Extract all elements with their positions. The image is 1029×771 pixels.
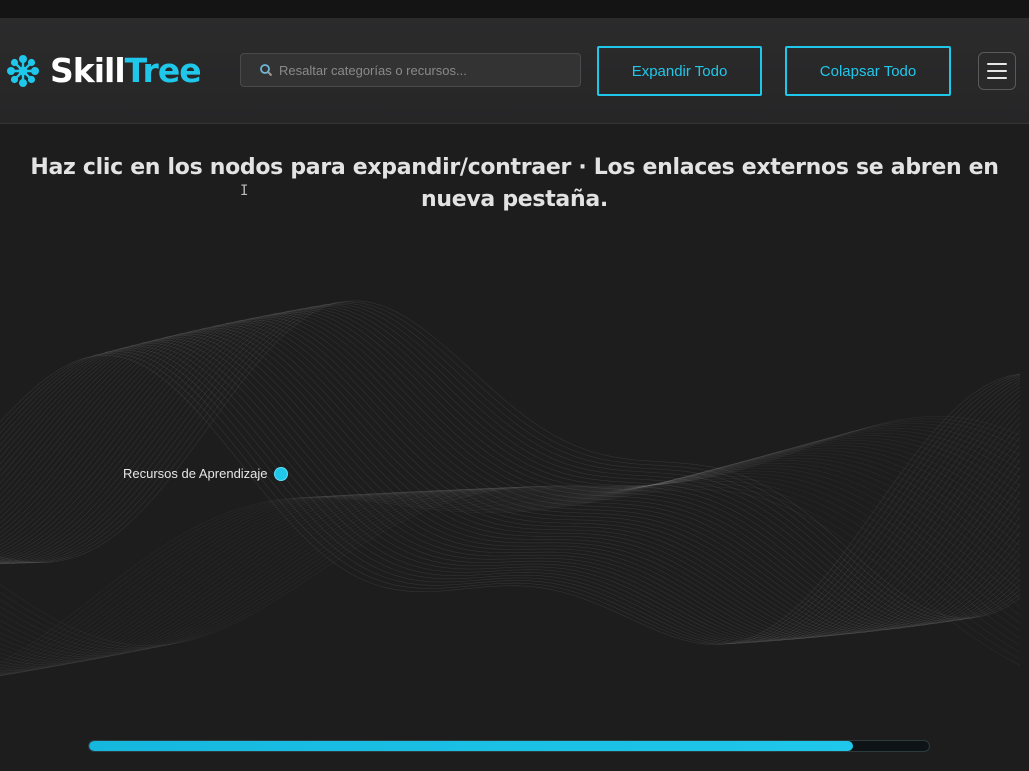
tree-node-root[interactable]: Recursos de Aprendizaje (123, 466, 287, 481)
menu-bar (987, 77, 1007, 79)
search-input[interactable] (279, 62, 559, 78)
search-box[interactable] (240, 53, 581, 87)
collapse-all-button[interactable]: Colapsar Todo (785, 46, 951, 96)
hamburger-menu-icon[interactable] (978, 52, 1016, 90)
navbar: SkillTree Expandir Todo Colapsar Todo (0, 18, 1029, 124)
wave-line (0, 354, 1021, 645)
wave-line (0, 418, 1021, 648)
menu-bar (987, 70, 1007, 72)
search-icon (260, 64, 273, 77)
wave-line (0, 326, 1021, 636)
wave-line (0, 452, 1021, 670)
top-strip (0, 0, 1029, 18)
wave-line (0, 339, 1021, 641)
logo-text-tree: Tree (124, 51, 202, 90)
snowflake-logo-icon (7, 55, 39, 87)
tree-node-dot[interactable] (274, 467, 287, 480)
logo-text: SkillTree (50, 51, 202, 90)
logo-text-skill: Skill (50, 51, 126, 90)
progress-bar (88, 740, 930, 752)
wave-line (0, 486, 1021, 667)
expand-all-button[interactable]: Expandir Todo (597, 46, 762, 96)
tree-node-label: Recursos de Aprendizaje (123, 466, 268, 481)
wave-line (0, 334, 1021, 640)
progress-fill (89, 741, 854, 751)
wave-line (0, 475, 1021, 675)
wave-line (0, 329, 1021, 638)
menu-bar (987, 63, 1007, 65)
text-cursor-icon: I (240, 183, 249, 199)
logo[interactable]: SkillTree (4, 51, 202, 90)
instructions-text: Haz clic en los nodos para expandir/cont… (30, 155, 999, 212)
